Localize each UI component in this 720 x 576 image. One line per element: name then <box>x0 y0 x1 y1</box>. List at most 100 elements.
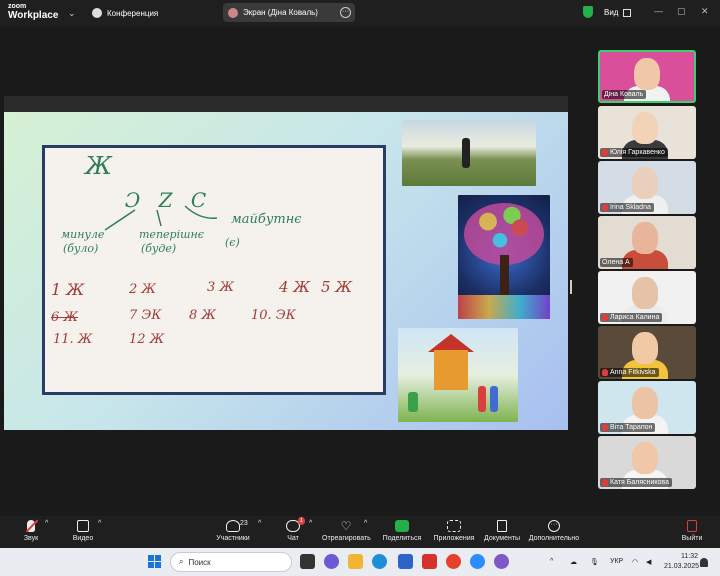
docs-label: Документы <box>484 535 521 542</box>
chevron-up-icon[interactable]: ^ <box>309 520 312 527</box>
participant-name-tag: Діна Коваль <box>602 90 647 99</box>
handwriting-item: 7 ЭК <box>129 308 162 323</box>
people-icon <box>226 520 240 532</box>
more-button[interactable]: ··· Дополнительно <box>528 520 580 542</box>
participant-face <box>632 442 658 474</box>
language-indicator[interactable]: УКР <box>610 558 623 565</box>
participant-face <box>632 277 658 309</box>
minimize-icon[interactable]: — <box>654 6 663 16</box>
task-view-icon[interactable] <box>300 554 315 569</box>
resize-handle[interactable] <box>570 280 572 294</box>
shield-icon[interactable] <box>583 6 593 18</box>
more-options-icon[interactable]: ··· <box>340 7 351 18</box>
participant-name-tag: Anna Fitkivska <box>600 368 659 377</box>
participant-tile[interactable]: Віта Тарапон <box>598 381 696 434</box>
participant-tile[interactable]: Олена А <box>598 216 696 269</box>
wifi-icon[interactable]: ◠ <box>632 558 638 566</box>
document-icon <box>497 520 507 532</box>
zoom-logo[interactable]: zoom Workplace <box>8 3 58 21</box>
screen-share-pill[interactable]: Экран (Діна Коваль) ··· <box>223 3 355 22</box>
apps-icon <box>447 520 461 532</box>
store-icon[interactable] <box>398 554 413 569</box>
camera-icon <box>77 520 89 532</box>
chevron-down-icon[interactable]: ⌄ <box>68 8 76 19</box>
heart-icon: ♡ <box>340 519 352 533</box>
zoom-window: zoom Workplace ⌄ Конференция Экран (Діна… <box>0 0 720 576</box>
microphone-off-icon <box>602 479 608 486</box>
maximize-icon[interactable]: ▢ <box>677 6 686 17</box>
participant-name: Діна Коваль <box>604 91 644 98</box>
conference-button[interactable]: Конференция <box>92 8 158 18</box>
file-explorer-icon[interactable] <box>348 554 363 569</box>
participant-tile[interactable]: Anna Fitkivska <box>598 326 696 379</box>
tray-chevron-icon[interactable]: ^ <box>550 558 553 565</box>
avatar <box>228 7 238 18</box>
participant-face <box>632 112 658 144</box>
chrome-icon[interactable] <box>446 554 461 569</box>
handwriting-item: 5 Ж <box>321 278 353 296</box>
close-icon[interactable]: ✕ <box>701 6 709 17</box>
handwriting-item: 3 Ж <box>207 280 235 295</box>
share-screen-icon <box>395 520 409 532</box>
clock[interactable]: 11:32 21.03.2025 <box>664 552 700 572</box>
participant-name: Irina Skladna <box>610 204 651 211</box>
windows-start-icon[interactable] <box>148 555 161 568</box>
participant-name-tag: Катя Балясникова <box>600 478 672 487</box>
apps-button[interactable]: Приложения <box>432 520 476 542</box>
participant-name-tag: Юлія Гаркавенко <box>600 148 668 157</box>
volume-icon[interactable]: ◀ <box>646 558 651 566</box>
paw-icon <box>92 8 102 18</box>
cloud-icon[interactable]: ☁ <box>570 558 577 566</box>
microphone-off-icon <box>602 204 608 211</box>
microphone-off-icon <box>602 314 608 321</box>
participant-name: Олена А <box>602 259 630 266</box>
participants-label: Участники <box>216 535 250 542</box>
share-label: Поделиться <box>382 535 422 542</box>
viber-icon[interactable] <box>494 554 509 569</box>
date: 21.03.2025 <box>664 563 700 570</box>
top-bar: zoom Workplace ⌄ Конференция Экран (Діна… <box>0 0 720 26</box>
chevron-up-icon[interactable]: ^ <box>98 520 101 527</box>
participant-tile[interactable]: Irina Skladna <box>598 161 696 214</box>
exit-icon <box>687 520 697 532</box>
screen-share-label: Экран (Діна Коваль) <box>243 8 318 17</box>
participant-tile[interactable]: Юлія Гаркавенко <box>598 106 696 159</box>
participant-face <box>632 332 658 364</box>
docs-button[interactable]: Документы <box>484 520 520 542</box>
chevron-up-icon[interactable]: ^ <box>258 520 261 527</box>
meeting-toolbar: Звук ^ Видео ^ Участники 23 ^ 1 Чат ^ ♡ … <box>0 516 720 548</box>
react-button[interactable]: ♡ Отреагировать <box>322 519 371 542</box>
handwriting-item: 1 Ж <box>51 280 85 299</box>
chevron-up-icon[interactable]: ^ <box>45 520 48 527</box>
handwriting-item: 12 Ж <box>129 332 165 347</box>
react-label: Отреагировать <box>322 535 371 542</box>
participant-tile[interactable]: Катя Балясникова <box>598 436 696 489</box>
participant-tile[interactable]: Лариса Калина <box>598 271 696 324</box>
microphone-off-icon <box>25 519 39 533</box>
conference-label: Конференция <box>107 8 159 18</box>
view-label: Вид <box>604 8 619 17</box>
view-button[interactable]: Вид <box>604 8 632 17</box>
edge-icon[interactable] <box>372 554 387 569</box>
teams-icon[interactable] <box>324 554 339 569</box>
microphone-off-icon <box>602 424 608 431</box>
more-icon: ··· <box>548 520 560 532</box>
microphone-icon[interactable]: 🎙 <box>590 558 599 566</box>
leave-button[interactable]: Выйти <box>680 520 704 542</box>
app-icon[interactable] <box>422 554 437 569</box>
chat-label: Чат <box>287 535 299 542</box>
participant-tile[interactable]: Діна Коваль <box>598 50 696 103</box>
handwriting-item: 8 Ж <box>189 308 217 323</box>
share-button[interactable]: Поделиться <box>382 520 422 542</box>
video-button[interactable]: Видео <box>70 520 96 542</box>
taskbar-search[interactable]: ⌕ Поиск <box>170 552 292 572</box>
participant-name-tag: Олена А <box>600 258 633 267</box>
zoom-icon[interactable] <box>470 554 485 569</box>
search-placeholder: Поиск <box>188 557 211 567</box>
notification-bell-icon[interactable] <box>700 558 708 567</box>
audio-button[interactable]: Звук <box>18 519 44 542</box>
chevron-up-icon[interactable]: ^ <box>364 520 367 527</box>
participants-count: 23 <box>240 520 248 527</box>
chat-button[interactable]: 1 Чат <box>282 517 305 542</box>
participant-name-tag: Лариса Калина <box>600 313 663 322</box>
